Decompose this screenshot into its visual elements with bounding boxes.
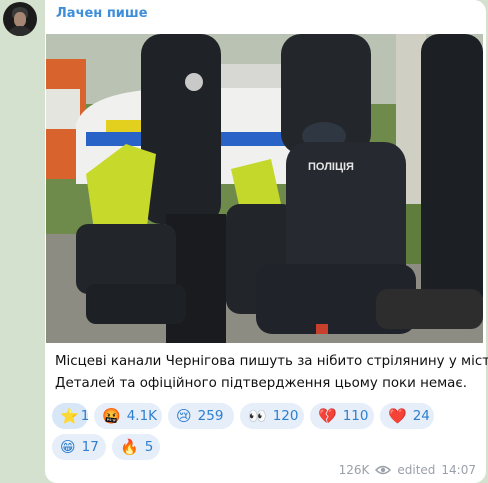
message-time: 14:07 — [441, 463, 476, 477]
star-icon: ⭐ — [60, 406, 79, 425]
fire-icon: 🔥 — [120, 437, 139, 456]
message-line-2: Деталей та офіційного підтвердження цьом… — [55, 376, 467, 391]
message-bubble: Лачен пише ПОЛІЦІЯ Місцеві канали Черніг… — [45, 0, 488, 483]
reaction-count: 17 — [81, 439, 99, 455]
message-line-1: Місцеві канали Чернігова пишуть за нібит… — [55, 354, 488, 369]
reaction-count: 110 — [342, 408, 369, 424]
grin-face-icon: 😁 — [60, 437, 76, 456]
reaction-count: 120 — [272, 408, 299, 424]
channel-name[interactable]: Лачен пише — [56, 6, 148, 22]
reaction-angry[interactable]: 🤬 4.1K — [94, 403, 162, 429]
avatar-face — [14, 12, 26, 27]
avatar-torso — [7, 26, 33, 36]
reaction-crying[interactable]: 😢 259 — [168, 403, 234, 429]
vest-label-main: ПОЛІЦІЯ — [308, 161, 354, 173]
person-on-ground — [376, 289, 483, 329]
eye-icon — [375, 465, 392, 475]
reaction-heart[interactable]: ❤️ 24 — [380, 403, 434, 429]
reaction-count: 4.1K — [126, 408, 158, 424]
message-meta: 126K edited 14:07 — [339, 463, 476, 477]
crying-face-icon: 😢 — [176, 406, 192, 425]
reaction-count: 1 — [80, 408, 90, 424]
reaction-count: 5 — [144, 439, 154, 455]
view-count: 126K — [338, 463, 370, 477]
reaction-count: 259 — [197, 408, 224, 424]
broken-heart-icon: 💔 — [318, 406, 337, 425]
reaction-star[interactable]: ⭐ 1 — [52, 403, 90, 429]
message-text: Місцеві канали Чернігова пишуть за нібит… — [55, 351, 488, 395]
channel-avatar[interactable] — [3, 2, 37, 36]
heart-icon: ❤️ — [388, 406, 407, 425]
eyes-icon: 👀 — [248, 406, 267, 425]
reaction-fire[interactable]: 🔥 5 — [112, 434, 160, 460]
reaction-broken-heart[interactable]: 💔 110 — [310, 403, 374, 429]
officer-far-right — [421, 34, 483, 314]
message-photo[interactable]: ПОЛІЦІЯ — [46, 34, 483, 343]
reaction-eyes[interactable]: 👀 120 — [240, 403, 304, 429]
angry-face-icon: 🤬 — [102, 406, 121, 425]
edited-label: edited — [397, 463, 436, 477]
photo-scene: ПОЛІЦІЯ — [46, 34, 483, 343]
reaction-count: 24 — [412, 408, 430, 424]
reaction-grin[interactable]: 😁 17 — [52, 434, 106, 460]
